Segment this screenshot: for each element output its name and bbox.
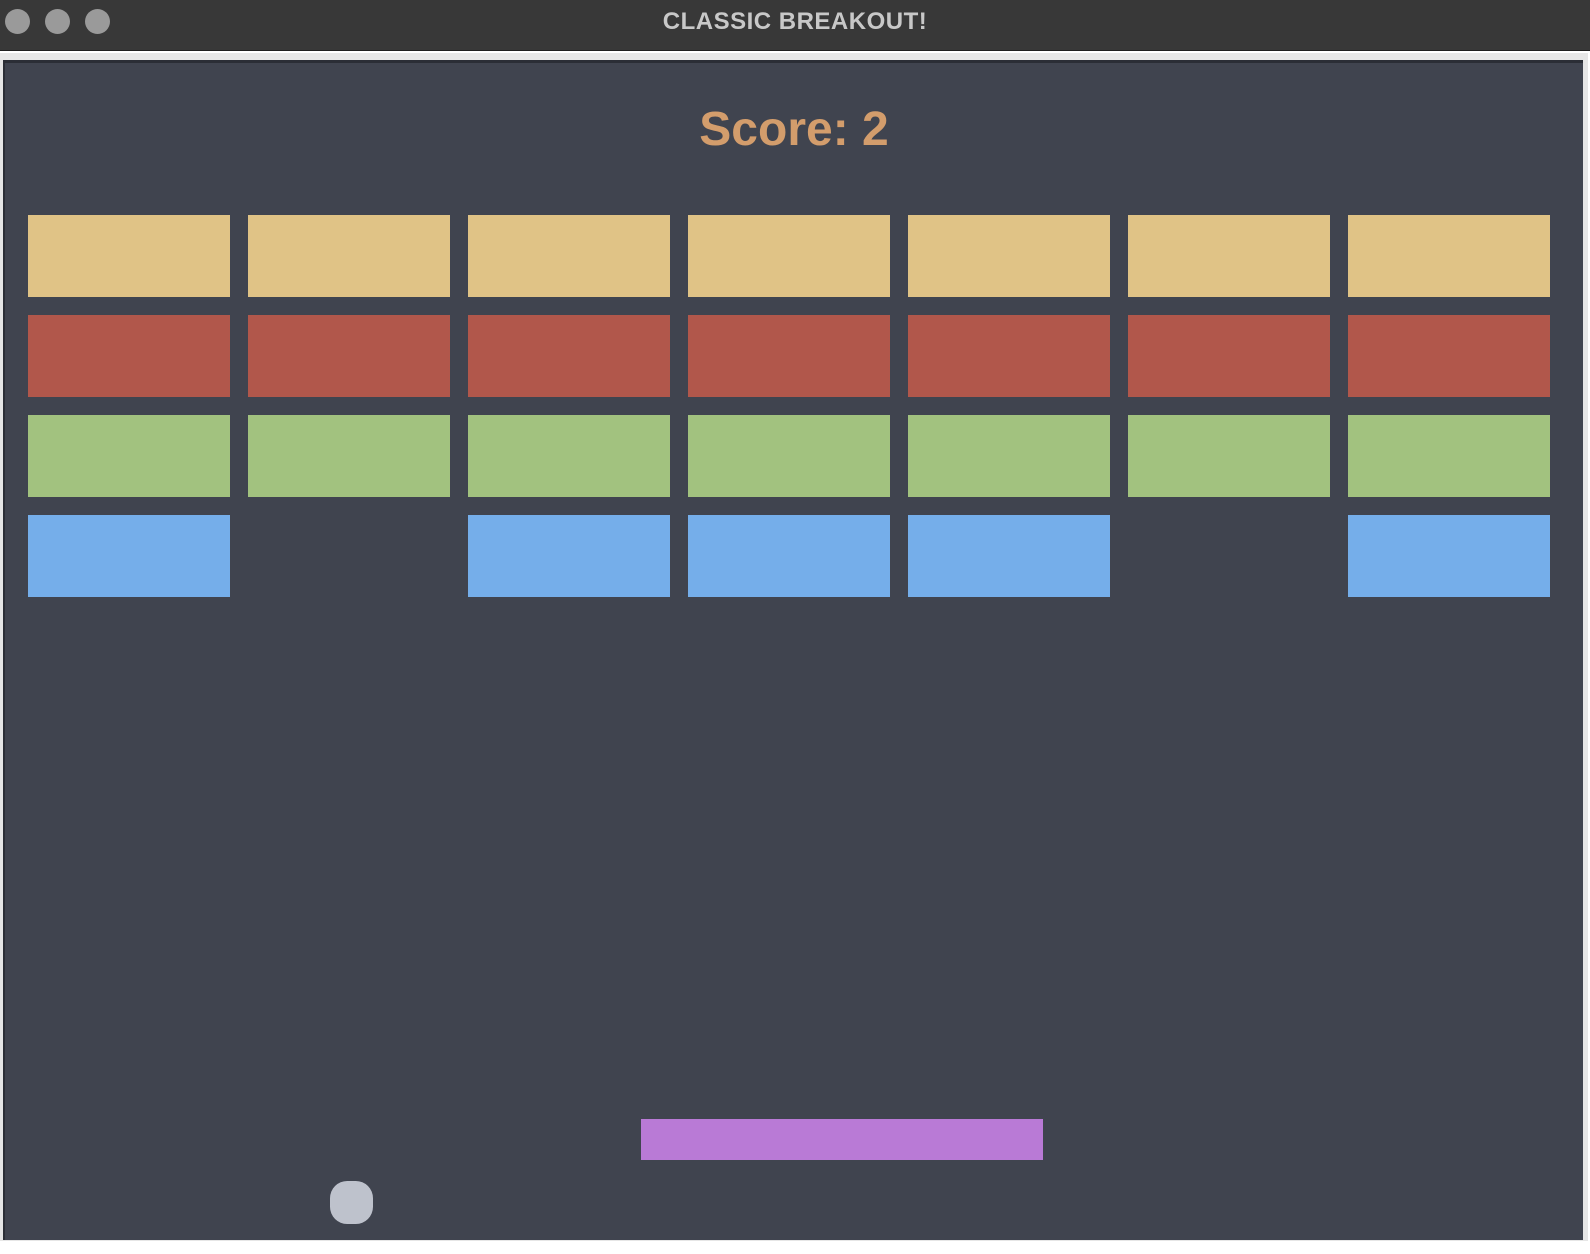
brick [1128, 315, 1330, 397]
brick [1348, 315, 1550, 397]
brick [248, 215, 450, 297]
brick [908, 315, 1110, 397]
brick [908, 515, 1110, 597]
score-label: Score: 2 [699, 103, 889, 156]
brick [1348, 515, 1550, 597]
brick [468, 415, 670, 497]
ball [330, 1181, 373, 1224]
brick [468, 315, 670, 397]
brick [248, 415, 450, 497]
brick [688, 315, 890, 397]
paddle[interactable] [641, 1119, 1043, 1160]
game-canvas[interactable]: Score: 2 [3, 60, 1583, 1240]
brick [248, 315, 450, 397]
brick [1128, 215, 1330, 297]
brick [28, 215, 230, 297]
brick [468, 515, 670, 597]
title-bar[interactable]: CLASSIC BREAKOUT! [0, 0, 1590, 51]
brick [468, 215, 670, 297]
brick [688, 515, 890, 597]
brick [688, 215, 890, 297]
brick [28, 515, 230, 597]
brick [1348, 215, 1550, 297]
brick [28, 415, 230, 497]
game-window: CLASSIC BREAKOUT! Score: 2 [0, 0, 1590, 1254]
brick [908, 215, 1110, 297]
brick [1348, 415, 1550, 497]
window-title: CLASSIC BREAKOUT! [662, 8, 928, 35]
brick [28, 315, 230, 397]
brick [688, 415, 890, 497]
brick [908, 415, 1110, 497]
brick [1128, 415, 1330, 497]
